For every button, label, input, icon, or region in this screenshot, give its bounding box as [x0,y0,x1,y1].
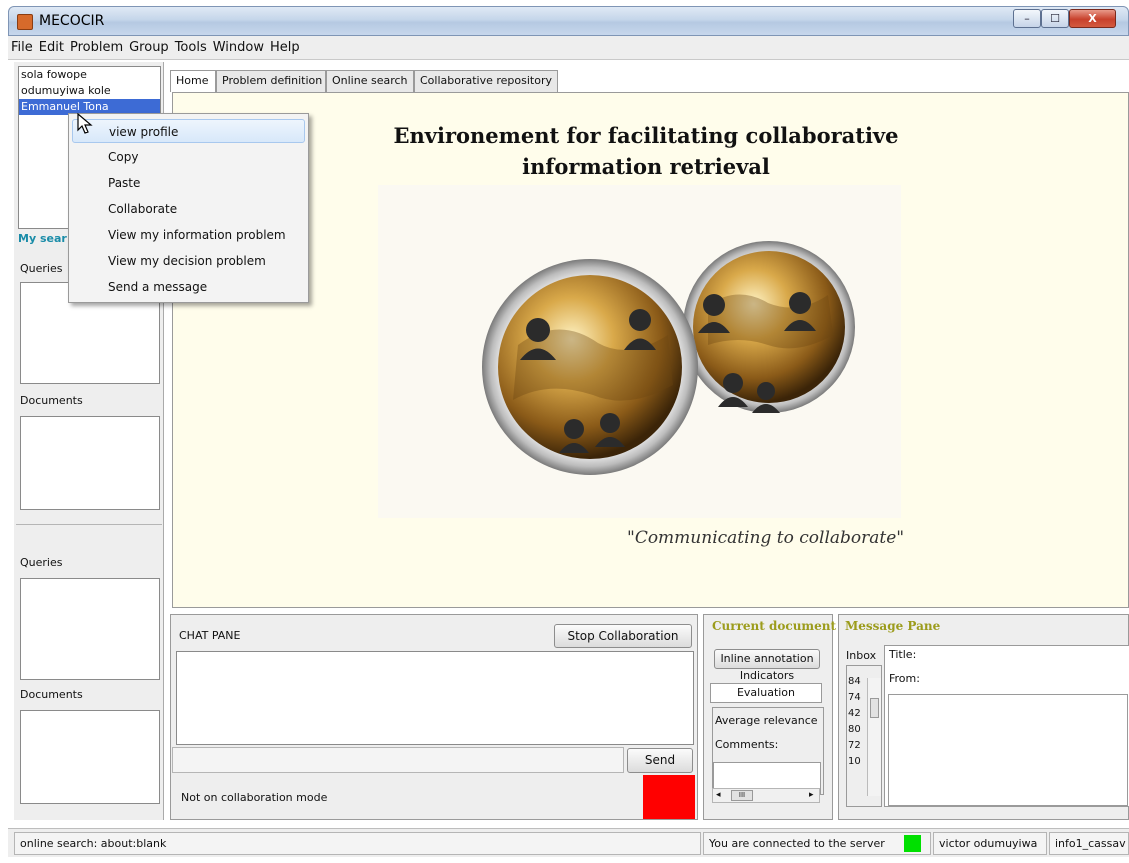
home-heading-line2: information retrieval [522,154,770,179]
my-search-label: My sear [18,232,67,245]
home-heading-line1: Environement for facilitating collaborat… [393,123,899,148]
connection-status-indicator [904,835,921,852]
documents-label-2: Documents [20,688,83,701]
inbox-list[interactable]: 84 74 42 80 72 10 [846,665,882,807]
user-context-menu: view profile Copy Paste Collaborate View… [68,113,309,303]
divider [16,524,162,525]
inbox-item[interactable]: 42 [848,706,861,722]
window-title-bar: MECOCIR – ☐ X [8,6,1129,36]
documents-label: Documents [20,394,83,407]
inbox-item[interactable]: 84 [848,674,861,690]
queries-label-2: Queries [20,556,63,569]
context-menu-view-information-problem[interactable]: View my information problem [72,223,305,247]
documents-list[interactable] [20,416,160,510]
chat-message-input[interactable] [172,747,624,773]
current-document-panel: Current document Inline annotation Indic… [703,614,837,820]
chat-pane: CHAT PANE Stop Collaboration Send Not on… [170,614,698,820]
close-button[interactable]: X [1069,9,1116,28]
inbox-scroll-thumb[interactable] [870,698,879,718]
comments-horizontal-scrollbar[interactable]: ◂ III ▸ [712,788,820,803]
globes-illustration [482,241,855,475]
inbox-item[interactable]: 80 [848,722,861,738]
online-search-status: online search: about:blank [14,832,701,855]
menu-file[interactable]: File [8,36,36,59]
message-pane: Message Pane Inbox 84 74 42 80 72 10 Tit… [838,614,1129,820]
context-menu-copy[interactable]: Copy [72,145,305,169]
tab-problem-definition[interactable]: Problem definition [216,70,326,92]
connection-status-text: You are connected to the server [703,832,931,855]
window-title: MECOCIR [39,13,105,29]
maximize-button[interactable]: ☐ [1041,9,1069,28]
home-heading: Environement for facilitating collaborat… [390,120,902,182]
menu-help[interactable]: Help [267,36,303,59]
slogan-text: "Communicating to collaborate" [627,528,905,548]
menu-bar: File Edit Problem Group Tools Window Help [8,36,1129,60]
user-list-item[interactable]: sola fowope [19,67,160,83]
collaboration-globes-image [378,185,901,518]
context-menu-collaborate[interactable]: Collaborate [72,197,305,221]
queries-list-2[interactable] [20,578,160,680]
context-menu-send-message[interactable]: Send a message [72,275,305,299]
mouse-cursor-icon [77,113,93,134]
chat-pane-title: CHAT PANE [179,629,241,642]
context-menu-view-profile[interactable]: view profile [72,119,305,143]
queries-label: Queries [20,262,63,275]
inline-annotation-button[interactable]: Inline annotation [714,649,820,669]
average-relevance-label: Average relevance [715,714,818,727]
tab-evaluation[interactable]: Evaluation [710,683,822,703]
tab-collaborative-repository[interactable]: Collaborative repository [414,70,558,92]
message-from-label: From: [889,672,920,685]
inbox-item[interactable]: 72 [848,738,861,754]
tab-home[interactable]: Home [170,70,216,92]
message-title-label: Title: [889,648,917,661]
collaboration-status-indicator [643,775,695,819]
documents-list-2[interactable] [20,710,160,804]
collaboration-status-text: Not on collaboration mode [181,791,328,804]
message-body-area[interactable] [888,694,1128,806]
comments-label: Comments: [715,738,779,751]
database-name: info1_cassav [1049,832,1129,855]
inbox-item[interactable]: 74 [848,690,861,706]
menu-edit[interactable]: Edit [36,36,67,59]
evaluation-panel: Average relevance Comments: [712,707,824,795]
chat-messages-area[interactable] [176,651,694,745]
context-menu-view-decision-problem[interactable]: View my decision problem [72,249,305,273]
message-detail-area: Title: From: [884,645,1129,807]
scroll-thumb[interactable]: III [731,790,753,801]
context-menu-paste[interactable]: Paste [72,171,305,195]
inbox-items: 84 74 42 80 72 10 [848,674,861,770]
java-app-icon [17,14,33,30]
scroll-left-icon[interactable]: ◂ [716,789,721,802]
status-bar: online search: about:blank You are conne… [8,828,1129,857]
user-list-item[interactable]: odumuyiwa kole [19,83,160,99]
scroll-right-icon[interactable]: ▸ [809,789,814,802]
send-button[interactable]: Send [627,748,693,773]
inbox-vertical-scrollbar[interactable] [867,678,881,796]
message-pane-title: Message Pane [845,619,941,633]
tab-online-search[interactable]: Online search [326,70,414,92]
indicators-label: Indicators [739,669,795,682]
inbox-item[interactable]: 10 [848,754,861,770]
menu-group[interactable]: Group [126,36,172,59]
current-document-title: Current document [712,619,837,633]
menu-problem[interactable]: Problem [67,36,126,59]
current-user-name: victor odumuyiwa [933,832,1047,855]
inbox-label: Inbox [846,649,877,662]
minimize-button[interactable]: – [1013,9,1041,28]
menu-window[interactable]: Window [210,36,267,59]
stop-collaboration-button[interactable]: Stop Collaboration [554,624,692,648]
menu-tools[interactable]: Tools [172,36,210,59]
